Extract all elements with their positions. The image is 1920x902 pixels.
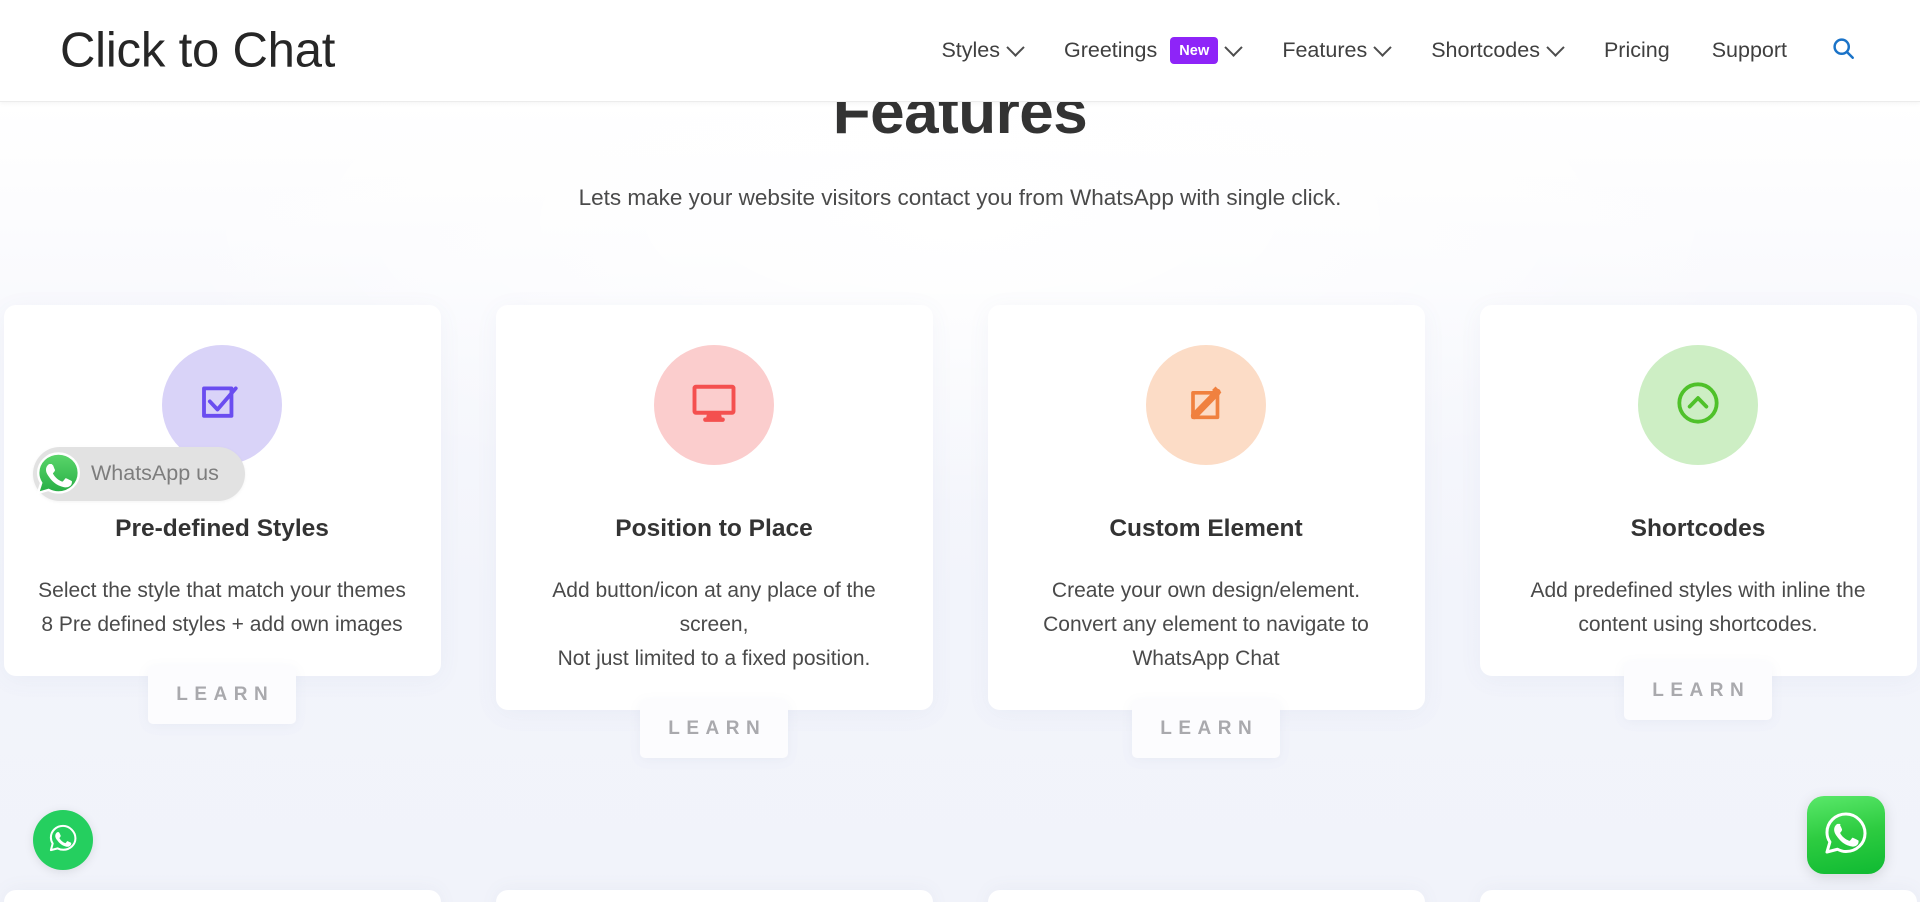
learn-button[interactable]: LEARN [148, 665, 296, 724]
whatsapp-icon [46, 821, 80, 860]
nav-item-styles[interactable]: Styles [920, 30, 1043, 72]
whatsapp-pill-label: WhatsApp us [91, 461, 219, 486]
new-badge: New [1170, 36, 1219, 65]
nav-label: Shortcodes [1431, 37, 1540, 62]
feature-card-description: Add button/icon at any place of the scre… [552, 578, 876, 670]
nav-label: Features [1282, 37, 1368, 62]
nav-item-features[interactable]: Features [1261, 30, 1410, 72]
nav-label: Support [1711, 37, 1787, 62]
feature-icon-badge [654, 345, 774, 465]
feature-card-slot: Shortcodes Add predefined styles with in… [1479, 305, 1917, 758]
feature-card-cta-wrapper: LEARN [496, 699, 933, 758]
feature-card-cta-wrapper: LEARN [4, 665, 441, 724]
feature-card-description: Create your own design/element. Convert a… [1043, 578, 1369, 670]
feature-card-description: Add predefined styles with inline the co… [1530, 578, 1866, 636]
feature-card-slot: Pre-defined Styles Select the style that… [3, 305, 441, 758]
feature-card-title: Pre-defined Styles [115, 515, 329, 542]
chevron-up-circle-icon [1671, 376, 1725, 435]
nav-item-pricing[interactable]: Pricing [1583, 30, 1691, 72]
feature-card-slot: Custom Element Create your own design/el… [987, 305, 1425, 758]
nav-item-support[interactable]: Support [1691, 30, 1808, 72]
site-header: Click to Chat Styles Greetings New Featu… [0, 0, 1920, 101]
whatsapp-icon [1820, 807, 1872, 864]
search-icon [1830, 35, 1857, 67]
primary-navigation: Styles Greetings New Features Shortcodes… [920, 28, 1866, 74]
nav-label: Pricing [1603, 37, 1670, 62]
whatsapp-float-button-left[interactable] [33, 810, 93, 870]
feature-icon-badge [1146, 345, 1266, 465]
feature-card-partial[interactable] [495, 890, 933, 902]
pencil-edit-square-icon [1180, 377, 1232, 434]
feature-icon-badge [1638, 345, 1758, 465]
feature-card-partial[interactable] [987, 890, 1425, 902]
feature-card-description: Select the style that match your themes 8… [38, 578, 406, 636]
whatsapp-icon [30, 446, 87, 503]
feature-card-cta-wrapper: LEARN [988, 699, 1425, 758]
learn-button[interactable]: LEARN [640, 699, 788, 758]
page-root: Features Lets make your website visitors… [0, 0, 1920, 902]
chevron-down-icon [1224, 38, 1244, 57]
feature-card-title: Shortcodes [1630, 515, 1766, 542]
feature-card-title: Custom Element [1109, 515, 1303, 542]
check-square-icon [195, 376, 249, 435]
nav-item-shortcodes[interactable]: Shortcodes [1410, 30, 1583, 72]
nav-label: Styles [941, 37, 1000, 62]
page-subtitle: Lets make your website visitors contact … [578, 185, 1342, 211]
learn-button[interactable]: LEARN [1132, 699, 1280, 758]
feature-card-shortcodes[interactable]: Shortcodes Add predefined styles with in… [1479, 305, 1917, 676]
desktop-monitor-icon [688, 377, 740, 434]
feature-card-cta-wrapper: LEARN [1480, 661, 1917, 720]
feature-card-custom-element[interactable]: Custom Element Create your own design/el… [987, 305, 1425, 710]
feature-cards-grid: Pre-defined Styles Select the style that… [0, 305, 1920, 758]
search-button[interactable] [1820, 28, 1866, 74]
nav-label: Greetings [1064, 37, 1158, 62]
feature-card-title: Position to Place [615, 515, 813, 542]
feature-card-slot: Position to Place Add button/icon at any… [495, 305, 933, 758]
learn-button[interactable]: LEARN [1624, 661, 1772, 720]
whatsapp-float-button-right[interactable] [1807, 796, 1885, 874]
site-logo[interactable]: Click to Chat [60, 26, 335, 75]
feature-cards-grid-row-2 [0, 890, 1920, 902]
feature-card-partial[interactable] [3, 890, 441, 902]
chevron-down-icon [1006, 38, 1025, 57]
nav-item-greetings[interactable]: Greetings New [1043, 29, 1261, 73]
feature-card-position-to-place[interactable]: Position to Place Add button/icon at any… [495, 305, 933, 710]
whatsapp-chat-pill[interactable]: WhatsApp us [33, 447, 245, 501]
feature-card-partial[interactable] [1479, 890, 1917, 902]
chevron-down-icon [1373, 38, 1392, 57]
chevron-down-icon [1546, 38, 1565, 57]
